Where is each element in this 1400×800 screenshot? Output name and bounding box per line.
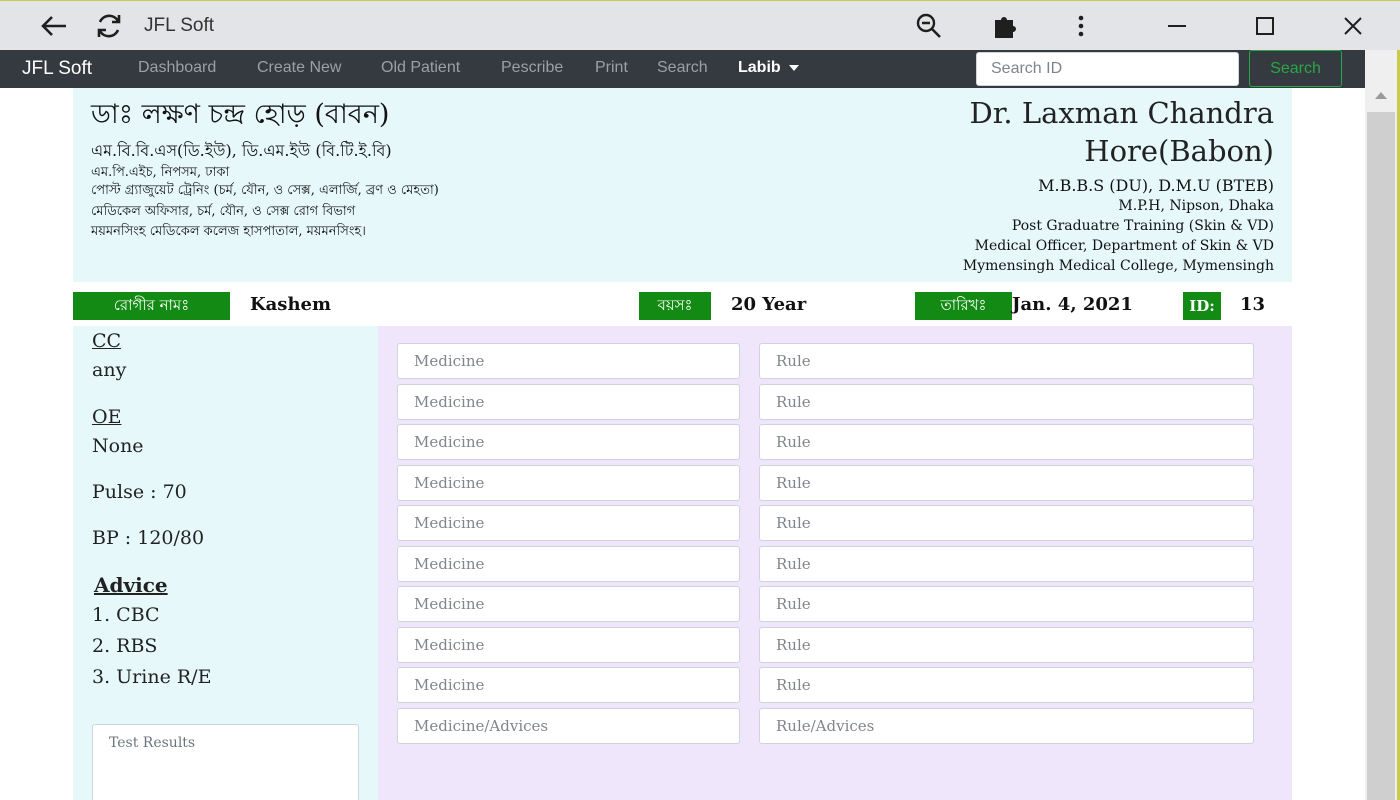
advice-item: 1. CBC [92,604,160,626]
date-label: তারিখঃ [915,292,1012,320]
nav-create-new[interactable]: Create New [257,59,341,77]
minimize-icon[interactable] [1160,9,1194,43]
doctor-header: ডাঃ লক্ষণ চন্দ্র হোড় (বাবন) এম.বি.বি.এস… [73,88,1292,282]
doctor-name-english: Dr. Laxman Chandra Hore(Babon) [969,96,1275,168]
medicine-input[interactable] [397,505,740,541]
window-title: JFL Soft [144,15,215,36]
doctor-info-bangla-line: ময়মনসিংহ মেডিকেল কলেজ হাসপাতাল, ময়মনসি… [91,224,366,239]
rule-input[interactable] [759,384,1254,420]
extensions-icon[interactable] [988,9,1022,43]
doctor-degrees-bangla: এম.বি.বি.এস(ডি.ইউ), ডি.এম.ইউ (বি.টি.ই.বি… [91,141,392,160]
search-id-input[interactable] [976,52,1239,86]
user-name: Labib [738,59,781,76]
nav-print[interactable]: Print [595,59,628,77]
oe-value: None [92,435,144,457]
medicine-input[interactable] [397,586,740,622]
nav-prescribe[interactable]: Pescribe [501,59,563,77]
id-label: ID: [1183,292,1221,320]
rule-input[interactable] [759,627,1254,663]
rule-advices-input[interactable] [759,708,1254,744]
more-vert-icon[interactable] [1064,9,1098,43]
search-button[interactable]: Search [1249,50,1342,87]
medicine-input[interactable] [397,424,740,460]
findings-panel: CC any OE None Pulse : 70 BP : 120/80 Ad… [73,326,378,800]
caret-down-icon [788,64,799,71]
rule-input[interactable] [759,465,1254,501]
nav-search[interactable]: Search [657,59,708,77]
bp-value: BP : 120/80 [92,527,205,549]
medicine-advices-input[interactable] [397,708,740,744]
age-label: বয়সঃ [639,292,711,320]
rule-input[interactable] [759,424,1254,460]
browser-title-bar: JFL Soft [0,0,1400,50]
app-navbar: JFL Soft Dashboard Create New Old Patien… [0,50,1365,88]
doctor-info-bangla-line: মেডিকেল অফিসার, চর্ম, যৌন, ও সেক্স রোগ ব… [91,204,356,219]
age-value: 20 Year [731,294,807,315]
prescription-panel [378,326,1292,800]
cc-label: CC [92,330,122,352]
close-icon[interactable] [1336,9,1370,43]
scroll-up-icon[interactable] [1375,92,1387,99]
doctor-info-english-line: Medical Officer, Department of Skin & VD [974,238,1274,254]
advice-label: Advice [94,573,168,597]
rule-input[interactable] [759,667,1254,703]
rule-input[interactable] [759,505,1254,541]
medicine-input[interactable] [397,667,740,703]
nav-old-patient[interactable]: Old Patient [381,59,460,77]
reload-icon[interactable] [92,9,126,43]
brand-logo[interactable]: JFL Soft [22,58,92,80]
id-value: 13 [1240,294,1266,315]
oe-label: OE [92,406,122,428]
rule-input[interactable] [759,546,1254,582]
scrollbar-thumb[interactable] [1367,112,1395,800]
medicine-input[interactable] [397,465,740,501]
doctor-degrees-english: M.B.B.S (DU), D.M.U (BTEB) [1038,176,1274,195]
cc-value: any [92,359,127,381]
medicine-input[interactable] [397,546,740,582]
back-arrow-icon[interactable] [37,9,71,43]
doctor-name-bangla: ডাঃ লক্ষণ চন্দ্র হোড় (বাবন) [91,99,390,130]
rule-input[interactable] [759,343,1254,379]
nav-dashboard[interactable]: Dashboard [138,59,216,77]
doctor-info-bangla-line: পোস্ট গ্র্যাজুয়েট ট্রেনিং (চর্ম, যৌন, ও… [91,183,439,198]
medicine-input[interactable] [397,384,740,420]
patient-info-row: রোগীর নামঃ Kashem বয়সঃ 20 Year তারিখঃ J… [73,282,1292,326]
patient-name-label: রোগীর নামঃ [73,292,230,320]
medicine-input[interactable] [397,627,740,663]
doctor-info-english-line: Mymensingh Medical College, Mymensingh [962,258,1274,274]
maximize-icon[interactable] [1248,9,1282,43]
medicine-input[interactable] [397,343,740,379]
test-results-textarea[interactable] [92,724,359,800]
rule-input[interactable] [759,586,1254,622]
user-dropdown[interactable]: Labib [738,59,799,77]
patient-name-value: Kashem [250,294,332,315]
advice-item: 2. RBS [92,635,158,657]
doctor-info-english-line: Post Graduatre Training (Skin & VD) [1011,218,1274,234]
zoom-out-icon[interactable] [912,9,946,43]
date-value: Jan. 4, 2021 [1012,294,1133,315]
pulse-value: Pulse : 70 [92,481,187,503]
advice-item: 3. Urine R/E [92,666,212,688]
doctor-info-english-line: M.P.H, Nipson, Dhaka [1118,198,1274,214]
